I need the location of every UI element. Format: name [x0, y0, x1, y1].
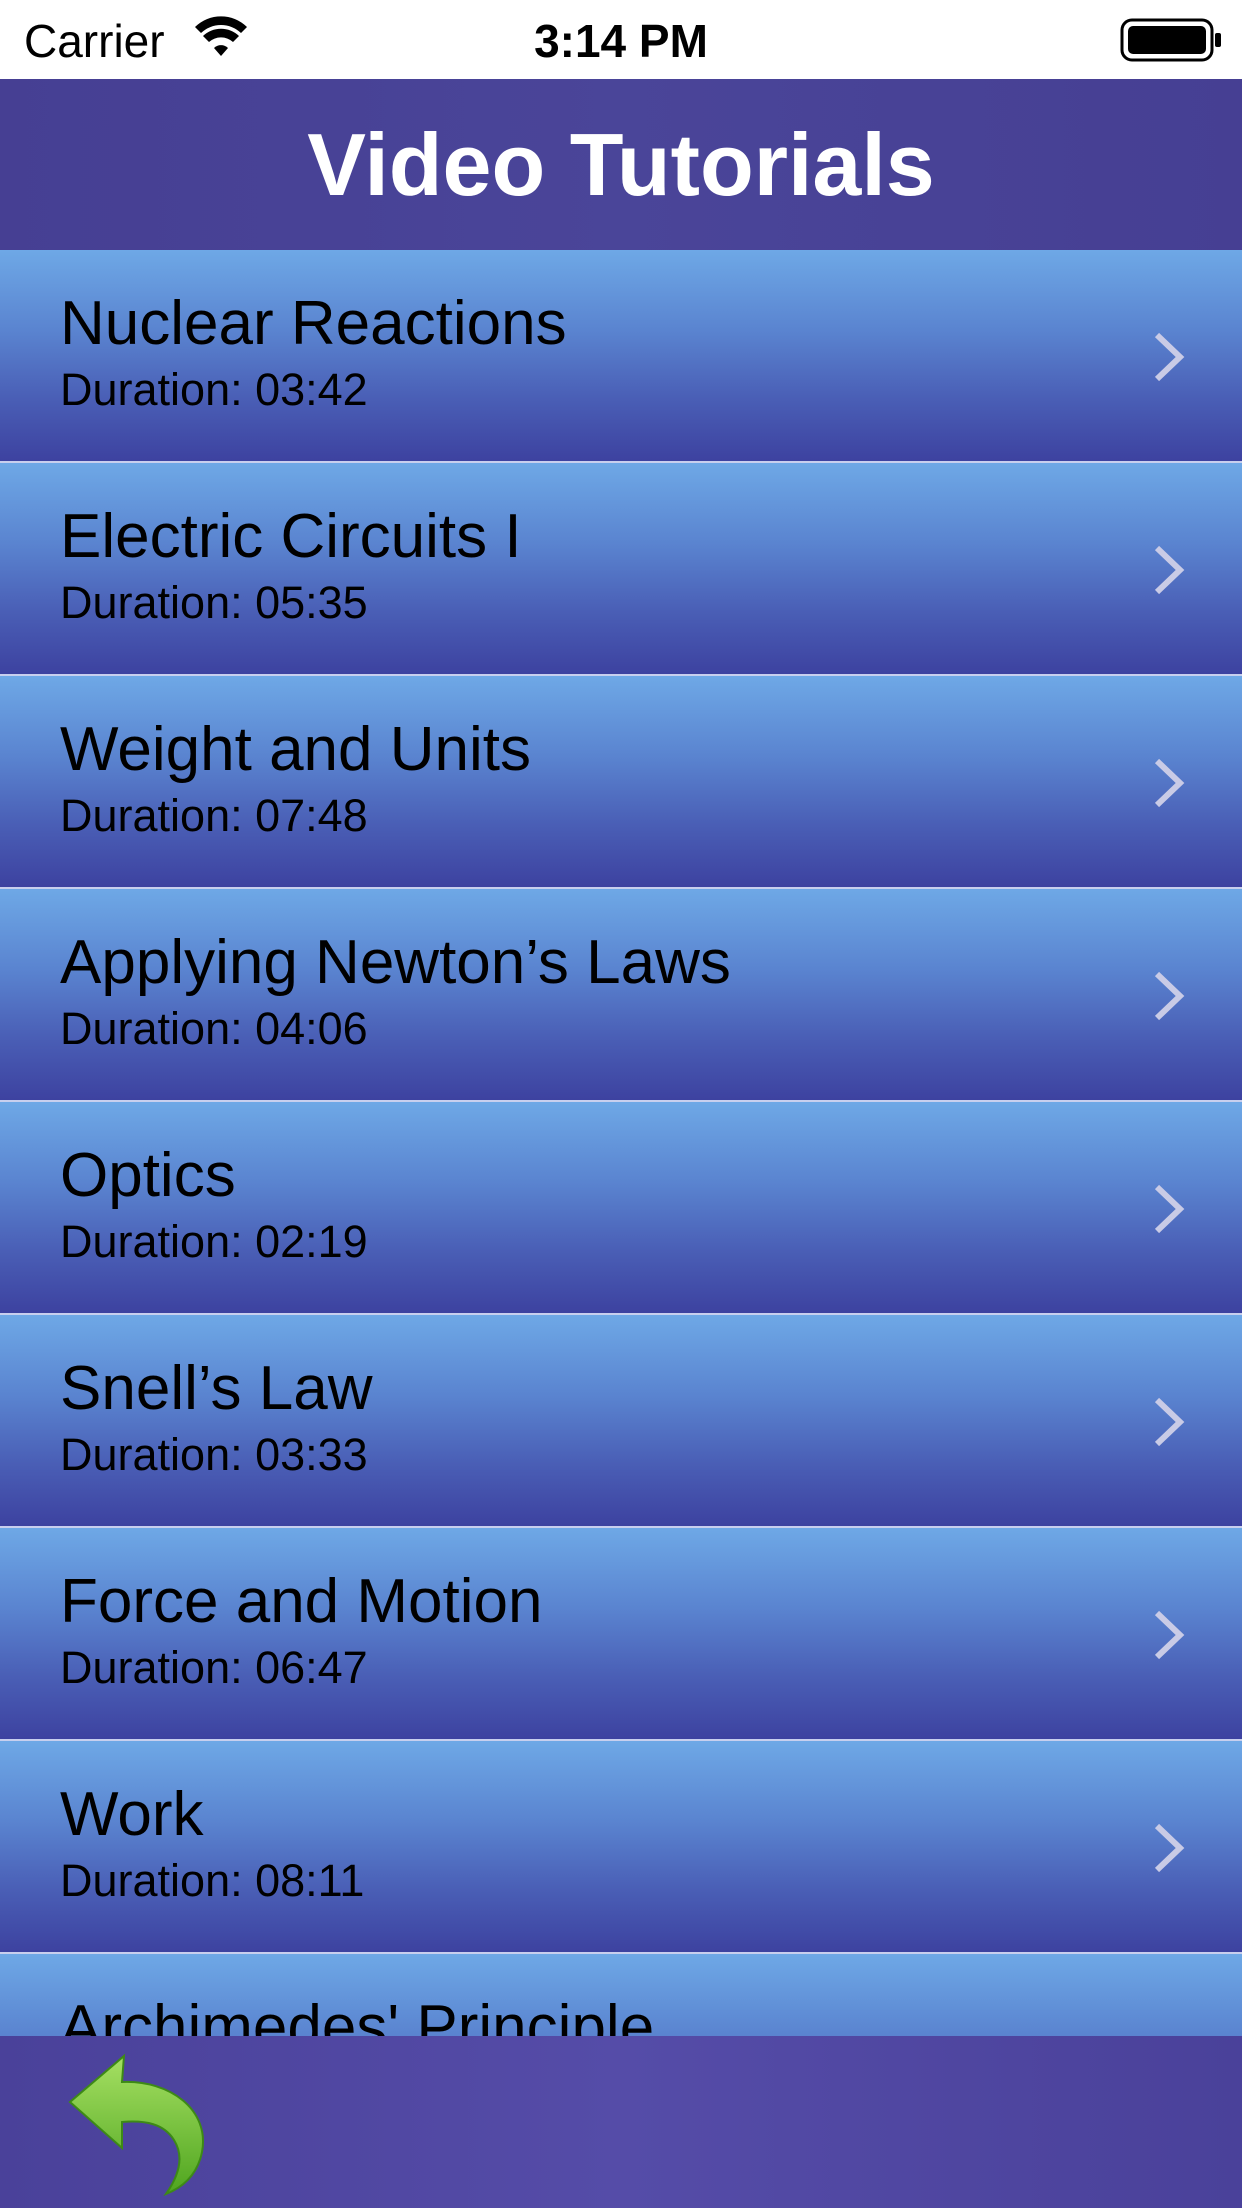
video-duration: Duration: 07:48 [60, 790, 368, 841]
nav-header: Video Tutorials [0, 79, 1242, 250]
chevron-right-icon [1154, 1823, 1185, 1873]
video-title: Snell’s Law [60, 1354, 373, 1423]
chevron-right-icon [1154, 1184, 1185, 1234]
video-row-work[interactable]: Work Duration: 08:11 [0, 1741, 1242, 1954]
status-time: 3:14 PM [534, 15, 708, 67]
video-row-archimedes-principle[interactable]: Archimedes' Principle [0, 1954, 1242, 2036]
video-title: Weight and Units [60, 715, 531, 784]
video-row-optics[interactable]: Optics Duration: 02:19 [0, 1102, 1242, 1315]
video-duration: Duration: 05:35 [60, 577, 368, 628]
chevron-right-icon [1154, 758, 1185, 808]
video-title: Electric Circuits I [60, 502, 522, 571]
video-title: Archimedes' Principle [60, 1993, 655, 2036]
video-title: Work [60, 1780, 204, 1849]
video-duration: Duration: 03:42 [60, 364, 368, 415]
back-arrow-icon[interactable] [62, 2044, 214, 2196]
status-bar: Carrier 3:14 PM [0, 0, 1242, 79]
video-row-snells-law[interactable]: Snell’s Law Duration: 03:33 [0, 1315, 1242, 1528]
video-row-force-and-motion[interactable]: Force and Motion Duration: 06:47 [0, 1528, 1242, 1741]
video-duration: Duration: 06:47 [60, 1642, 368, 1693]
video-title: Applying Newton’s Laws [60, 928, 731, 997]
video-list[interactable]: Nuclear Reactions Duration: 03:42 Electr… [0, 250, 1242, 2036]
chevron-right-icon [1154, 332, 1185, 382]
chevron-right-icon [1154, 545, 1185, 595]
video-duration: Duration: 03:33 [60, 1429, 368, 1480]
video-duration: Duration: 08:11 [60, 1855, 365, 1906]
bottom-toolbar [0, 2036, 1242, 2208]
video-duration: Duration: 04:06 [60, 1003, 368, 1054]
battery-icon [1120, 18, 1221, 62]
video-row-weight-and-units[interactable]: Weight and Units Duration: 07:48 [0, 676, 1242, 889]
chevron-right-icon [1154, 1610, 1185, 1660]
video-duration: Duration: 02:19 [60, 1216, 368, 1267]
video-row-nuclear-reactions[interactable]: Nuclear Reactions Duration: 03:42 [0, 250, 1242, 463]
video-title: Optics [60, 1141, 236, 1210]
video-row-electric-circuits[interactable]: Electric Circuits I Duration: 05:35 [0, 463, 1242, 676]
video-row-newtons-laws[interactable]: Applying Newton’s Laws Duration: 04:06 [0, 889, 1242, 1102]
chevron-right-icon [1154, 1397, 1185, 1447]
screen: Carrier 3:14 PM Video Tutorials Nuclear … [0, 0, 1242, 2208]
video-title: Force and Motion [60, 1567, 543, 1636]
video-title: Nuclear Reactions [60, 289, 567, 358]
chevron-right-icon [1154, 971, 1185, 1021]
page-title: Video Tutorials [307, 115, 935, 214]
